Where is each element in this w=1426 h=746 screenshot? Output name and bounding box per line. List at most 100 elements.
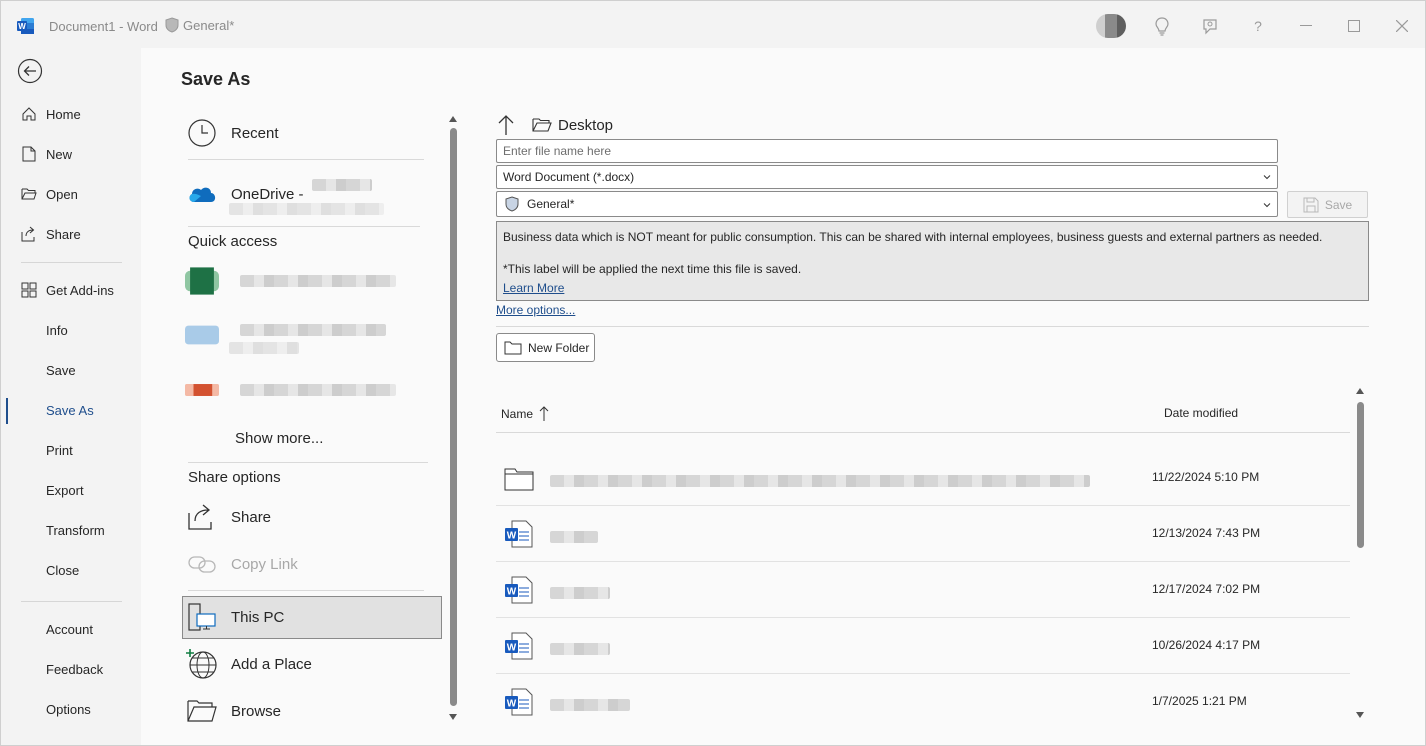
feedback-icon[interactable] — [1199, 13, 1221, 39]
nav-label: Get Add-ins — [46, 282, 114, 298]
learn-more-link[interactable]: Learn More — [503, 281, 564, 295]
link-icon — [185, 547, 219, 581]
location-share[interactable]: Share — [185, 497, 271, 537]
redacted-filename — [550, 587, 610, 599]
file-row[interactable]: W 10/26/2024 4:17 PM — [496, 618, 1350, 674]
file-date: 10/26/2024 4:17 PM — [1152, 638, 1261, 652]
file-date: 11/22/2024 5:10 PM — [1152, 470, 1260, 484]
folder-icon — [504, 341, 522, 354]
location-browse[interactable]: Browse — [185, 691, 281, 731]
redacted-filename — [550, 643, 610, 655]
location-this-pc[interactable]: This PC — [185, 597, 284, 637]
computer-icon — [185, 600, 219, 634]
maximize-icon[interactable] — [1343, 13, 1365, 39]
title-bar: W Document1 - Word General* ? — [0, 0, 1426, 48]
nav-save-as[interactable]: Save As — [1, 392, 142, 428]
nav-label: Home — [46, 106, 81, 122]
sensitivity-select[interactable]: General* — [496, 191, 1278, 217]
excel-file-icon — [185, 264, 219, 298]
nav-info[interactable]: Info — [1, 312, 142, 348]
show-more-link[interactable]: Show more... — [235, 418, 323, 458]
word-document-icon: W — [505, 688, 533, 716]
file-row[interactable]: W 12/13/2024 7:43 PM — [496, 506, 1350, 562]
more-options-link[interactable]: More options... — [496, 303, 575, 317]
nav-get-add-ins[interactable]: Get Add-ins — [1, 272, 142, 308]
location-label: Recent — [231, 124, 279, 142]
nav-new[interactable]: New — [1, 136, 142, 172]
file-name-input[interactable]: Enter file name here — [496, 139, 1278, 163]
user-avatar[interactable] — [1095, 13, 1127, 39]
svg-text:W: W — [18, 22, 26, 31]
file-date: 12/17/2024 7:02 PM — [1152, 582, 1261, 596]
nav-share[interactable]: Share — [1, 216, 142, 252]
redacted-account — [312, 179, 372, 191]
path-bar: Desktop — [496, 114, 613, 136]
location-label: This PC — [231, 608, 285, 626]
save-button[interactable]: Save — [1287, 191, 1368, 218]
nav-export[interactable]: Export — [1, 472, 142, 508]
home-icon — [20, 105, 38, 123]
close-icon[interactable] — [1391, 13, 1413, 39]
nav-label: Close — [46, 562, 80, 578]
save-icon — [1303, 197, 1319, 212]
nav-close[interactable]: Close — [1, 552, 142, 588]
new-folder-label: New Folder — [528, 340, 590, 355]
nav-print[interactable]: Print — [1, 432, 142, 468]
nav-home[interactable]: Home — [1, 96, 142, 132]
quick-access-heading: Quick access — [188, 233, 278, 250]
redacted-filename — [550, 475, 1090, 487]
quick-access-item[interactable] — [185, 370, 231, 410]
current-folder[interactable]: Desktop — [558, 117, 613, 134]
save-label: Save — [1324, 197, 1353, 212]
location-label: Share — [231, 508, 272, 526]
nav-label: Export — [46, 482, 84, 498]
nav-feedback[interactable]: Feedback — [1, 651, 142, 687]
sensitivity-label[interactable]: General* — [165, 17, 234, 33]
file-row[interactable]: W 1/7/2025 1:21 PM — [496, 674, 1350, 730]
minimize-icon[interactable] — [1295, 13, 1317, 39]
location-recent[interactable]: Recent — [185, 113, 279, 153]
folder-open-icon — [532, 118, 552, 132]
file-type-select[interactable]: Word Document (*.docx) — [496, 165, 1278, 189]
nav-transform[interactable]: Transform — [1, 512, 142, 548]
location-label: Add a Place — [231, 655, 312, 673]
help-icon[interactable]: ? — [1249, 13, 1267, 39]
new-folder-button[interactable]: New Folder — [496, 333, 595, 362]
location-add-place[interactable]: Add a Place — [185, 644, 312, 684]
nav-save[interactable]: Save — [1, 352, 142, 388]
folder-icon — [504, 468, 534, 491]
shield-icon — [505, 196, 519, 212]
file-row[interactable]: W 12/17/2024 7:02 PM — [496, 562, 1350, 618]
globe-plus-icon — [185, 647, 219, 681]
word-document-icon: W — [505, 520, 533, 548]
nav-label: Options — [46, 701, 91, 717]
nav-options[interactable]: Options — [1, 691, 142, 727]
quick-access-item[interactable] — [185, 261, 231, 301]
column-header-date[interactable]: Date modified — [1164, 406, 1238, 420]
file-type-value: Word Document (*.docx) — [503, 170, 635, 184]
nav-label: Save As — [46, 402, 94, 418]
nav-account[interactable]: Account — [1, 611, 142, 647]
redacted-account-detail — [229, 203, 384, 215]
nav-label: Feedback — [46, 661, 104, 677]
lightbulb-icon[interactable] — [1151, 13, 1173, 39]
file-row[interactable]: 11/22/2024 5:10 PM — [496, 450, 1350, 506]
sensitivity-value: General* — [527, 197, 575, 211]
sort-ascending-icon — [539, 406, 549, 421]
open-folder-icon — [20, 185, 38, 203]
back-arrow-icon[interactable] — [17, 58, 43, 84]
info-text: Business data which is NOT meant for pub… — [503, 230, 1323, 244]
locations-scrollbar[interactable] — [447, 112, 459, 722]
nav-open[interactable]: Open — [1, 176, 142, 212]
word-document-icon: W — [505, 632, 533, 660]
word-app-icon: W — [17, 18, 34, 34]
column-header-name[interactable]: Name — [501, 406, 549, 422]
shield-icon — [165, 17, 179, 33]
location-label: Browse — [231, 702, 282, 720]
svg-text:W: W — [507, 531, 517, 542]
redacted-filename — [550, 531, 598, 543]
quick-access-item[interactable] — [185, 315, 231, 355]
up-arrow-icon[interactable] — [496, 114, 516, 136]
page-title: Save As — [181, 69, 251, 89]
file-list-scrollbar[interactable] — [1354, 384, 1366, 720]
